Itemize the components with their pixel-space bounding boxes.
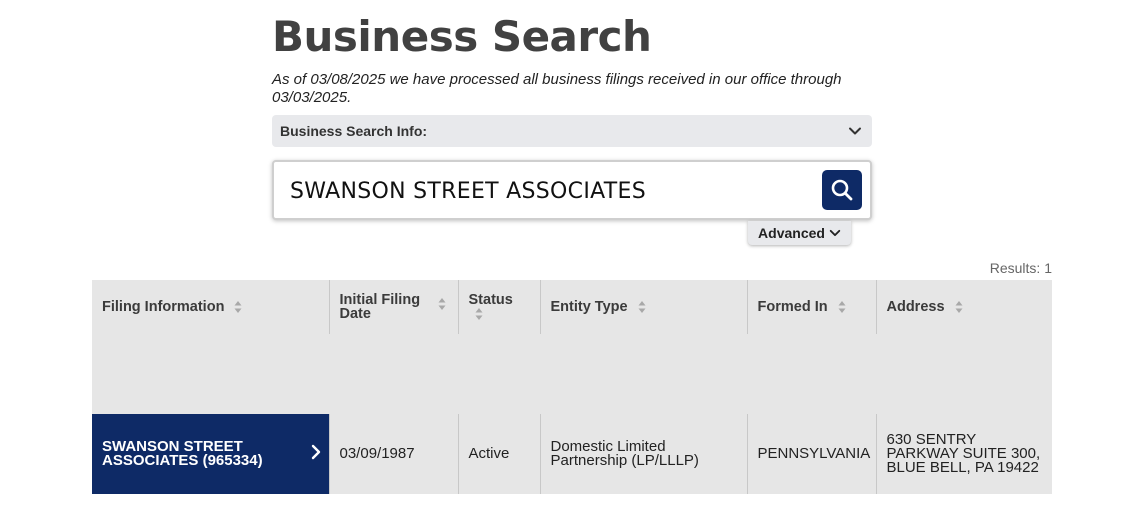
- sort-icon: [955, 300, 963, 314]
- advanced-label: Advanced: [758, 225, 825, 241]
- column-header-filing-information[interactable]: Filing Information: [92, 280, 330, 334]
- business-search-info-toggle[interactable]: Business Search Info:: [272, 115, 872, 147]
- column-header-formed-in[interactable]: Formed In: [747, 280, 877, 334]
- search-icon: [831, 179, 853, 201]
- sort-icon: [475, 307, 483, 321]
- entity-type-cell: Domestic Limited Partnership (LP/LLLP): [540, 414, 748, 494]
- chevron-down-icon: [829, 229, 841, 237]
- formed-in-cell: PENNSYLVANIA: [747, 414, 877, 494]
- sort-icon: [838, 300, 846, 314]
- advanced-button[interactable]: Advanced: [748, 221, 851, 245]
- processing-notice: As of 03/08/2025 we have processed all b…: [272, 71, 842, 106]
- address-cell: 630 SENTRY PARKWAY SUITE 300, BLUE BELL,…: [876, 414, 1052, 494]
- results-count: Results: 1: [989, 260, 1052, 276]
- initial-filing-date-cell: 03/09/1987: [329, 414, 459, 494]
- sort-icon: [638, 300, 646, 314]
- search-button[interactable]: [822, 170, 862, 210]
- table-row: SWANSON STREET ASSOCIATES (965334) 03/09…: [92, 414, 1052, 494]
- table-header-row: Filing Information Initial Filing Date S…: [92, 280, 1052, 334]
- column-header-entity-type[interactable]: Entity Type: [540, 280, 748, 334]
- column-header-initial-filing-date[interactable]: Initial Filing Date: [329, 280, 459, 334]
- status-cell: Active: [458, 414, 541, 494]
- column-header-status[interactable]: Status: [458, 280, 541, 334]
- search-box: [272, 160, 872, 220]
- page-title: Business Search: [272, 12, 652, 61]
- results-table: Filing Information Initial Filing Date S…: [92, 280, 1052, 494]
- chevron-right-icon: [311, 444, 320, 460]
- sort-icon: [234, 300, 242, 314]
- search-input[interactable]: [290, 174, 810, 208]
- sort-icon: [438, 297, 446, 311]
- column-header-address[interactable]: Address: [876, 280, 1052, 334]
- filing-info-text: SWANSON STREET ASSOCIATES (965334): [102, 438, 263, 469]
- chevron-down-icon: [849, 127, 861, 135]
- business-search-info-label: Business Search Info:: [280, 123, 428, 139]
- filing-info-cell[interactable]: SWANSON STREET ASSOCIATES (965334): [92, 414, 330, 494]
